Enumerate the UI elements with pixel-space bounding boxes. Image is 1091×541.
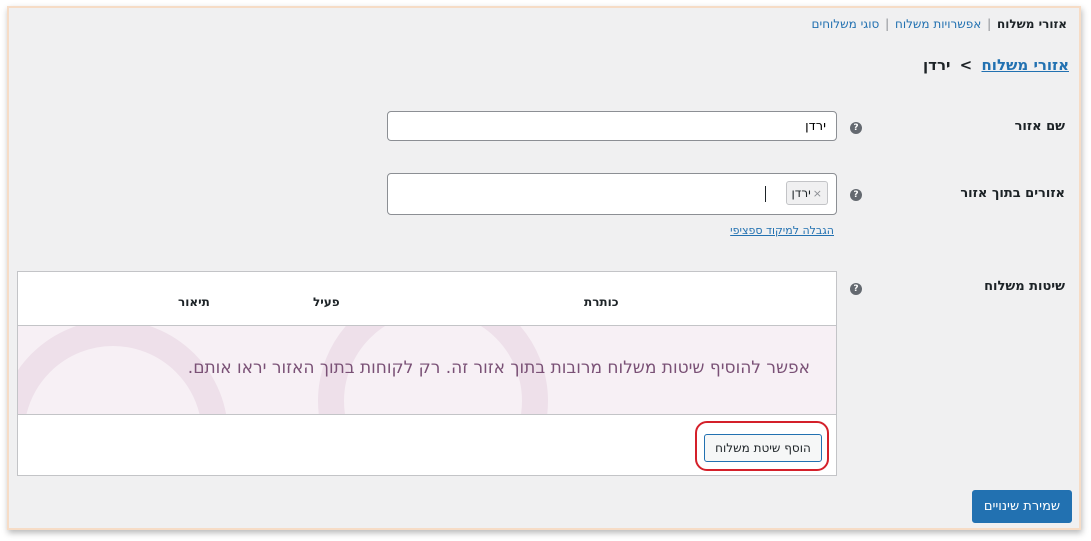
blank-state: אפשר להוסיף שיטות משלוח מרובות בתוך אזור…: [18, 326, 836, 415]
subnav-separator: |: [885, 17, 890, 31]
zone-regions-label: אזורים בתוך אזור: [960, 186, 1065, 201]
settings-panel: אזורי משלוח | אפשרויות משלוח | סוגי משלו…: [7, 6, 1081, 530]
subnav-link-options[interactable]: אפשרויות משלוח: [895, 17, 981, 31]
zone-title: ירדן: [923, 56, 951, 74]
help-icon[interactable]: ?: [850, 122, 862, 134]
help-icon[interactable]: ?: [850, 283, 862, 295]
region-chip: ×ירדן: [786, 181, 828, 205]
close-icon[interactable]: ×: [813, 187, 822, 200]
shipping-subnav: אזורי משלוח | אפשרויות משלוח | סוגי משלו…: [812, 17, 1067, 31]
column-header-title: כותרת: [584, 295, 619, 309]
subnav-separator: |: [987, 17, 992, 31]
subnav-link-classes[interactable]: סוגי משלוחים: [812, 17, 880, 31]
zone-regions-select[interactable]: ×ירדן: [387, 173, 837, 215]
subnav-current-zones: אזורי משלוח: [996, 17, 1067, 31]
breadcrumb-zones-link[interactable]: אזורי משלוח: [981, 56, 1069, 74]
column-header-enabled: פעיל: [313, 295, 340, 309]
text-caret: [765, 186, 766, 202]
zone-name-input[interactable]: [387, 111, 837, 141]
zone-name-label: שם אזור: [1014, 119, 1065, 134]
save-changes-button[interactable]: שמירת שינויים: [972, 490, 1072, 523]
shipping-methods-label: שיטות משלוח: [984, 279, 1065, 294]
region-chip-label: ירדן: [791, 186, 811, 200]
page-title: אזורי משלוח > ירדן: [923, 56, 1069, 74]
breadcrumb-separator: >: [959, 56, 973, 74]
help-icon[interactable]: ?: [850, 189, 862, 201]
highlight-ring: [695, 421, 829, 471]
limit-postcodes-link[interactable]: הגבלה למיקוד ספציפי: [730, 224, 834, 237]
blank-state-message: אפשר להוסיף שיטות משלוח מרובות בתוך אזור…: [187, 358, 810, 378]
column-header-description: תיאור: [178, 295, 210, 309]
